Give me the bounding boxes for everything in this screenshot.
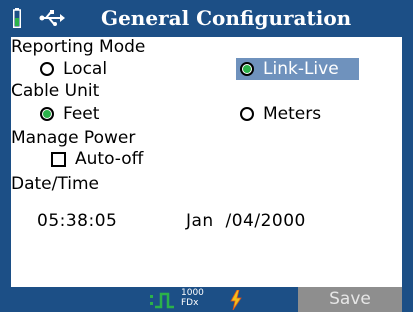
time-field[interactable]: 05:38:05 bbox=[37, 210, 117, 232]
auto-off-checkbox[interactable]: Auto-off bbox=[51, 148, 143, 170]
link-speed: 1000 FDx bbox=[181, 288, 204, 308]
radio-link-live[interactable]: Link-Live bbox=[236, 58, 359, 80]
checkbox-box bbox=[51, 151, 66, 167]
radio-feet-indicator bbox=[40, 107, 54, 121]
auto-off-label: Auto-off bbox=[75, 149, 144, 169]
reporting-mode-label: Reporting Mode bbox=[11, 37, 146, 57]
status-bar: 1000 FDx Save bbox=[11, 287, 402, 312]
link-duplex: FDx bbox=[181, 298, 199, 308]
page-title: General Configuration bbox=[101, 6, 352, 30]
battery-icon bbox=[13, 8, 21, 28]
title-bar: General Configuration bbox=[11, 0, 402, 37]
left-border bbox=[0, 0, 11, 312]
radio-local-label: Local bbox=[63, 59, 108, 79]
device-screen: General Configuration Reporting Mode Loc… bbox=[0, 0, 413, 312]
radio-link-live-label: Link-Live bbox=[263, 59, 339, 79]
date-field[interactable]: Jan /04/2000 bbox=[186, 210, 306, 232]
manage-power-label: Manage Power bbox=[11, 128, 136, 148]
link-pulse-icon bbox=[150, 292, 174, 309]
radio-meters[interactable]: Meters bbox=[240, 103, 321, 125]
radio-link-live-indicator bbox=[240, 62, 254, 76]
radio-feet[interactable]: Feet bbox=[40, 103, 99, 125]
radio-local-indicator bbox=[40, 62, 54, 76]
right-border bbox=[402, 0, 413, 312]
radio-feet-label: Feet bbox=[63, 104, 100, 124]
radio-local[interactable]: Local bbox=[40, 58, 107, 80]
lightning-icon bbox=[230, 290, 242, 310]
radio-meters-label: Meters bbox=[263, 104, 322, 124]
usb-icon bbox=[39, 10, 65, 26]
config-panel: Reporting Mode Local Link-Live Cable Uni… bbox=[11, 37, 402, 287]
radio-meters-indicator bbox=[240, 107, 254, 121]
save-button[interactable]: Save bbox=[298, 287, 402, 312]
date-time-label: Date/Time bbox=[11, 174, 99, 194]
cable-unit-label: Cable Unit bbox=[11, 81, 100, 101]
link-speed-value: 1000 bbox=[181, 288, 204, 298]
